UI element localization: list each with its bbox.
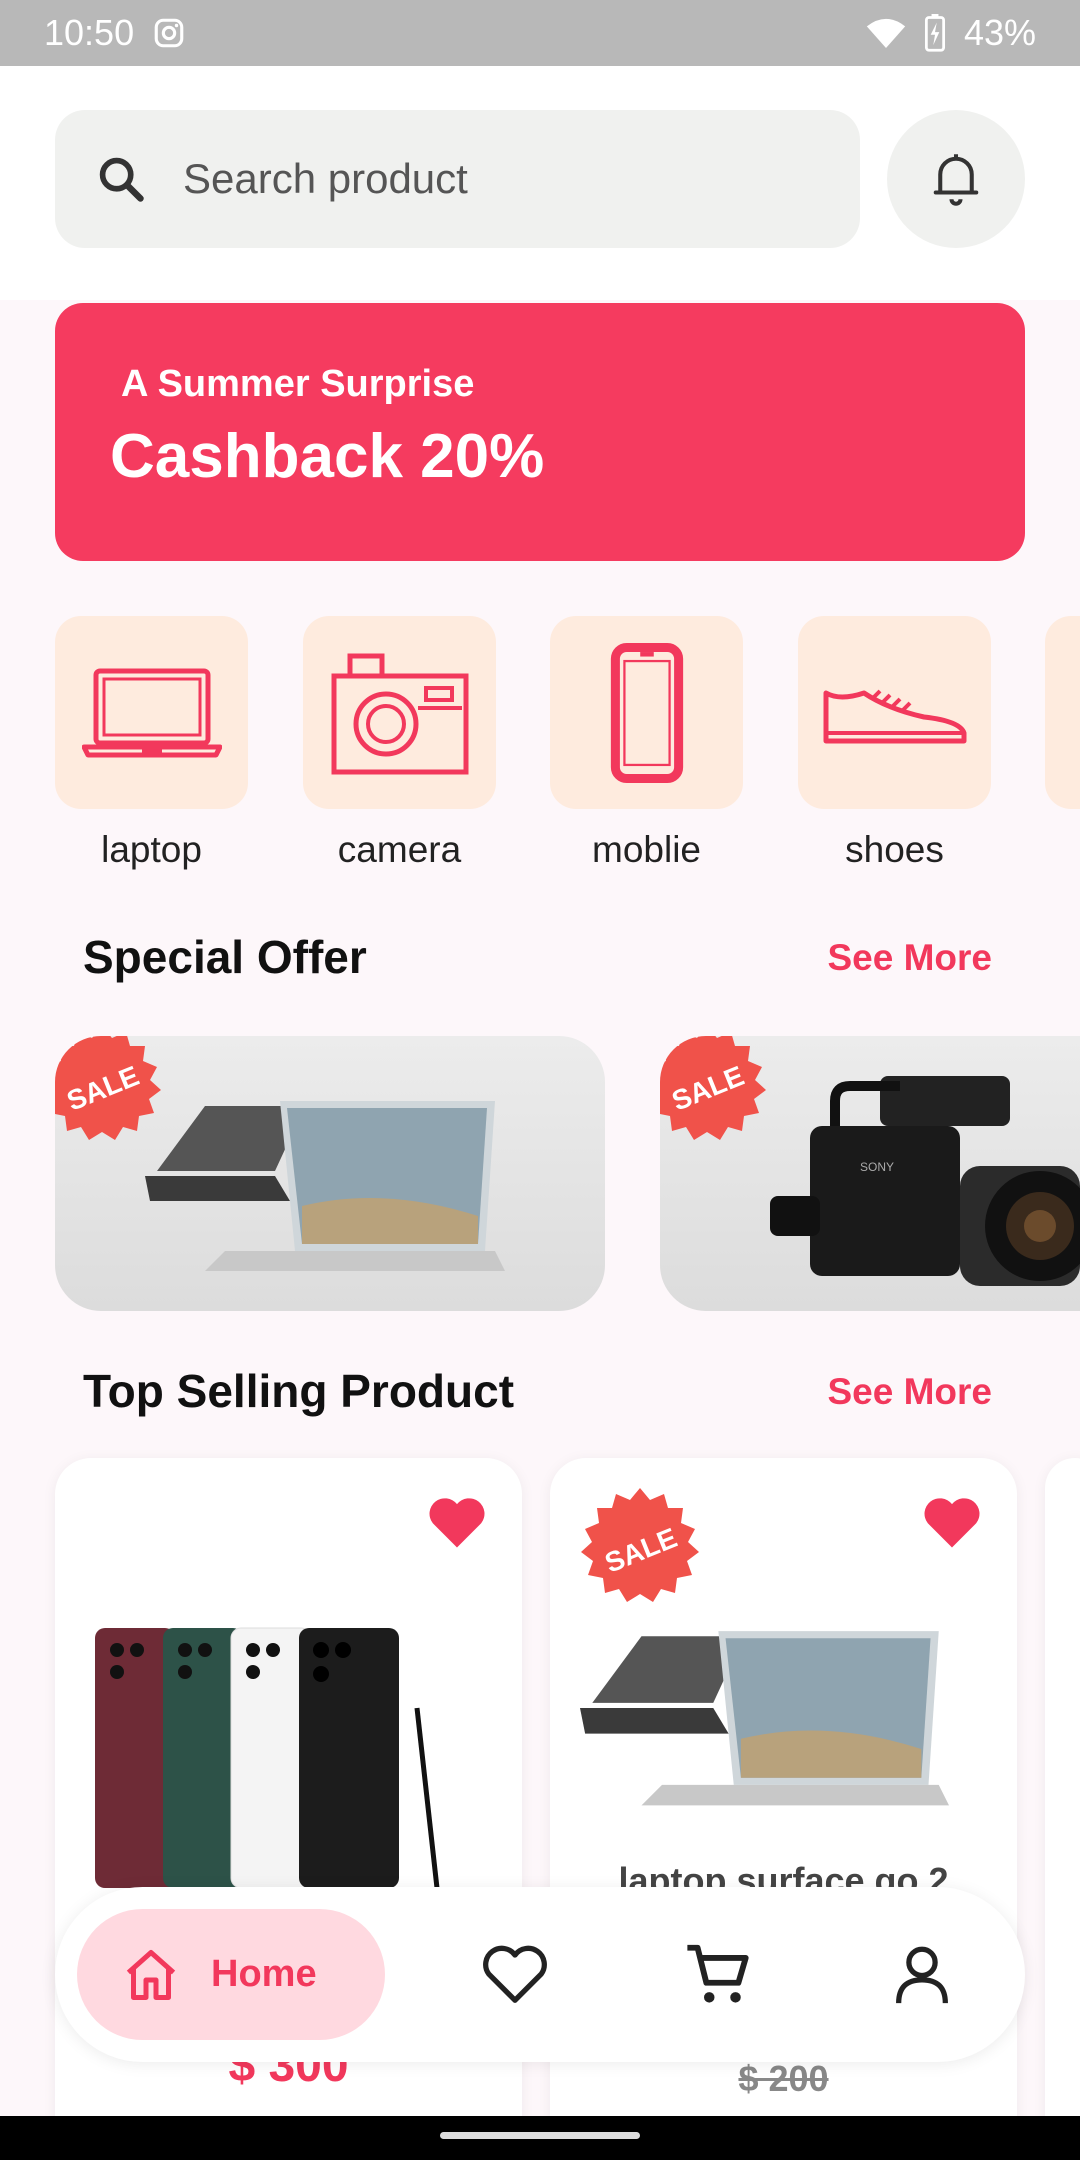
status-bar: 10:50 43% [0, 0, 1080, 66]
banner-title: Cashback 20% [110, 422, 545, 491]
instagram-icon [154, 18, 184, 48]
shoe-icon [823, 689, 966, 743]
search-placeholder: Search product [183, 155, 468, 202]
battery-charging-icon [924, 14, 945, 52]
system-navigation-bar [0, 2116, 1080, 2160]
battery-percent: 43% [963, 12, 1036, 53]
category-partial[interactable] [1045, 616, 1080, 809]
category-label: moblie [592, 829, 701, 870]
category-camera[interactable]: camera [303, 616, 496, 871]
special-offer-title: Special Offer [83, 931, 367, 983]
banner-subtitle: A Summer Surprise [121, 363, 475, 405]
sale-badge-icon: SALE [660, 1036, 766, 1140]
heart-outline-icon[interactable] [480, 1939, 550, 2009]
laptop-image [580, 1631, 949, 1806]
top-selling-see-more-link[interactable]: See More [827, 1371, 992, 1413]
home-icon [126, 1949, 176, 2000]
laptop-image [145, 1101, 505, 1271]
notification-button[interactable] [887, 110, 1025, 248]
special-offer-see-more-link[interactable]: See More [827, 937, 992, 979]
offer-card-camera[interactable]: SONY SALE [660, 1036, 1080, 1311]
top-selling-title: Top Selling Product [83, 1365, 515, 1417]
laptop-icon [81, 668, 222, 757]
category-list: laptop camera moblie shoes [0, 616, 1080, 886]
heart-filled-icon[interactable] [921, 1494, 983, 1550]
cart-icon[interactable] [683, 1939, 753, 2009]
product-old-price: $ 200 [738, 2058, 829, 2099]
bottom-nav: Home [55, 1887, 1025, 2062]
category-shoes[interactable]: shoes [798, 616, 991, 871]
svg-text:SONY: SONY [860, 1160, 894, 1174]
phones-image [95, 1627, 440, 1889]
nav-home-button[interactable]: Home [77, 1909, 385, 2040]
search-input[interactable]: Search product [55, 110, 860, 248]
heart-filled-icon[interactable] [426, 1494, 488, 1550]
header: Search product [0, 66, 1080, 300]
home-gesture-handle[interactable] [440, 2132, 640, 2139]
promo-banner[interactable]: A Summer Surprise Cashback 20% [55, 303, 1025, 561]
search-icon [99, 157, 144, 202]
wifi-icon [866, 18, 906, 48]
camera-image: SONY [770, 1076, 1080, 1286]
category-label: shoes [845, 829, 944, 870]
camera-icon [331, 653, 468, 774]
bell-icon [933, 154, 979, 206]
status-time: 10:50 [44, 12, 135, 53]
category-laptop[interactable]: laptop [55, 616, 248, 871]
product-card-partial[interactable] [1045, 1458, 1080, 2158]
offer-card-laptop[interactable]: SALE [55, 1036, 605, 1311]
nav-home-label: Home [211, 1953, 317, 1995]
sale-badge-icon: SALE [55, 1036, 161, 1140]
category-label: camera [337, 829, 462, 870]
category-mobile[interactable]: moblie [550, 616, 743, 871]
profile-icon[interactable] [887, 1939, 957, 2009]
mobile-icon [610, 642, 683, 783]
category-label: laptop [101, 829, 202, 870]
